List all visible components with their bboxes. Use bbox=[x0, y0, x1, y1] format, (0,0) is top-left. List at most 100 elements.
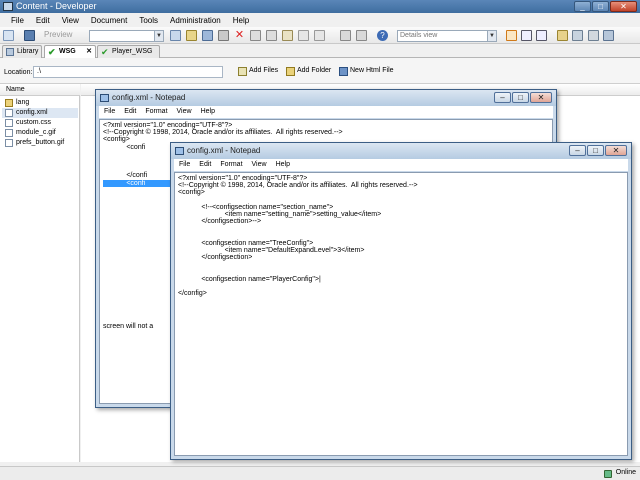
status-label: Online bbox=[615, 469, 636, 476]
maximize-button[interactable]: □ bbox=[512, 92, 529, 103]
details-view-icon[interactable] bbox=[506, 30, 517, 41]
toolbar-combo[interactable]: ▼ bbox=[89, 30, 164, 42]
delete-icon[interactable]: ✕ bbox=[234, 30, 245, 41]
menu-tools[interactable]: Tools bbox=[138, 16, 159, 25]
toolbar: ▼ ✕ ? Details view ▼ bbox=[0, 27, 640, 44]
publish-icon[interactable] bbox=[557, 30, 568, 41]
menu-view[interactable]: View bbox=[61, 16, 80, 25]
tab-wsg[interactable]: ✔ WSG ✕ bbox=[44, 45, 96, 58]
list-item[interactable]: custom.css bbox=[2, 118, 78, 128]
undo-icon[interactable] bbox=[298, 30, 309, 41]
menu-format[interactable]: Format bbox=[145, 106, 167, 118]
tab-library[interactable]: Library bbox=[2, 45, 42, 58]
copy-icon[interactable] bbox=[218, 30, 229, 41]
text-line bbox=[178, 283, 624, 290]
add-folder-button[interactable]: Add Folder bbox=[286, 67, 331, 76]
list-item[interactable]: prefs_button.gif bbox=[2, 138, 78, 148]
minimize-button[interactable]: – bbox=[569, 145, 586, 156]
notepad-window-front[interactable]: config.xml - Notepad – □ ✕ File Edit For… bbox=[170, 142, 632, 460]
location-label: Location: bbox=[4, 69, 33, 76]
notepad-title: config.xml - Notepad bbox=[112, 93, 186, 102]
window-title: Content - Developer bbox=[16, 1, 97, 11]
text-line: <!--<configsection name="section_name"> bbox=[178, 203, 334, 211]
redo-icon[interactable] bbox=[314, 30, 325, 41]
menu-edit[interactable]: Edit bbox=[35, 16, 51, 25]
tab-library-label: Library bbox=[17, 48, 39, 55]
status-online: Online bbox=[603, 469, 636, 478]
tools-icon[interactable] bbox=[588, 30, 599, 41]
notepad-title: config.xml - Notepad bbox=[187, 146, 261, 155]
menu-edit[interactable]: Edit bbox=[124, 106, 136, 118]
notepad-title-bar[interactable]: config.xml - Notepad – □ ✕ bbox=[96, 90, 556, 106]
tab-wsg-label: WSG bbox=[59, 48, 76, 55]
text-line: <item name="DefaultExpandLevel">3</item> bbox=[178, 246, 365, 254]
menu-edit[interactable]: Edit bbox=[199, 159, 211, 171]
close-button[interactable]: ✕ bbox=[605, 145, 627, 156]
list-item[interactable]: module_c.gif bbox=[2, 128, 78, 138]
menu-help[interactable]: Help bbox=[276, 159, 290, 171]
add-files-label: Add Files bbox=[249, 67, 279, 74]
preview-button[interactable]: Preview bbox=[44, 30, 72, 39]
list-item[interactable]: config.xml bbox=[2, 108, 78, 118]
minimize-button[interactable]: – bbox=[494, 92, 511, 103]
menu-administration[interactable]: Administration bbox=[169, 16, 222, 25]
list-view-icon[interactable] bbox=[521, 30, 532, 41]
replace-icon[interactable] bbox=[356, 30, 367, 41]
name-column-header[interactable]: Name bbox=[0, 84, 80, 96]
app-icon bbox=[3, 2, 13, 11]
menu-format[interactable]: Format bbox=[220, 159, 242, 171]
window-icon[interactable] bbox=[603, 30, 614, 41]
folder-icon[interactable] bbox=[186, 30, 197, 41]
close-button[interactable]: ✕ bbox=[610, 1, 637, 12]
text-line: <configsection name="TreeConfig"> bbox=[178, 239, 314, 247]
close-button[interactable]: ✕ bbox=[530, 92, 552, 103]
refresh-icon[interactable] bbox=[266, 30, 277, 41]
location-input[interactable]: .\ bbox=[33, 66, 223, 78]
tab-close-icon[interactable]: ✕ bbox=[86, 46, 92, 58]
text-line: <config> bbox=[178, 189, 205, 197]
new-html-icon bbox=[339, 67, 348, 76]
new-html-file-button[interactable]: New Html File bbox=[339, 67, 394, 76]
menu-view[interactable]: View bbox=[177, 106, 192, 118]
tab-bar: Library ✔ WSG ✕ ✔ Player_WSG bbox=[0, 44, 640, 58]
menu-file[interactable]: File bbox=[10, 16, 25, 25]
notepad-menu-bar: File Edit Format View Help bbox=[99, 106, 553, 118]
menu-view[interactable]: View bbox=[252, 159, 267, 171]
maximize-button[interactable]: □ bbox=[587, 145, 604, 156]
list-item[interactable]: lang bbox=[2, 98, 78, 108]
menu-help[interactable]: Help bbox=[201, 106, 215, 118]
notepad-text-area[interactable]: <?xml version="1.0" encoding="UTF-8"?> <!… bbox=[174, 172, 628, 456]
status-bar bbox=[0, 466, 640, 480]
back-icon[interactable] bbox=[3, 30, 14, 41]
add-files-button[interactable]: Add Files bbox=[238, 67, 279, 76]
text-line bbox=[178, 197, 624, 204]
text-line bbox=[178, 268, 624, 275]
file-name: lang bbox=[16, 99, 30, 106]
tab-player-wsg[interactable]: ✔ Player_WSG bbox=[97, 45, 160, 58]
new-icon[interactable] bbox=[170, 30, 181, 41]
find-icon[interactable] bbox=[340, 30, 351, 41]
menu-help[interactable]: Help bbox=[232, 16, 250, 25]
folder-icon bbox=[5, 99, 13, 107]
settings-icon[interactable] bbox=[572, 30, 583, 41]
view-select[interactable]: Details view ▼ bbox=[397, 30, 497, 42]
edit-icon[interactable] bbox=[282, 30, 293, 41]
properties-icon[interactable] bbox=[250, 30, 261, 41]
file-name: prefs_button.gif bbox=[16, 139, 65, 146]
check-icon: ✔ bbox=[101, 47, 109, 57]
split-view-icon[interactable] bbox=[536, 30, 547, 41]
library-icon bbox=[6, 48, 14, 56]
menu-file[interactable]: File bbox=[179, 159, 190, 171]
help-icon[interactable]: ? bbox=[377, 30, 388, 41]
image-file-icon bbox=[5, 129, 13, 137]
add-files-icon bbox=[238, 67, 247, 76]
maximize-button[interactable]: □ bbox=[592, 1, 609, 12]
menu-document[interactable]: Document bbox=[90, 16, 128, 25]
notepad-title-bar[interactable]: config.xml - Notepad – □ ✕ bbox=[171, 143, 631, 159]
minimize-button[interactable]: _ bbox=[574, 1, 591, 12]
save-icon[interactable] bbox=[24, 30, 35, 41]
file-name: module_c.gif bbox=[16, 129, 56, 136]
title-bar[interactable]: Content - Developer _ □ ✕ bbox=[0, 0, 640, 13]
menu-file[interactable]: File bbox=[104, 106, 115, 118]
cut-icon[interactable] bbox=[202, 30, 213, 41]
